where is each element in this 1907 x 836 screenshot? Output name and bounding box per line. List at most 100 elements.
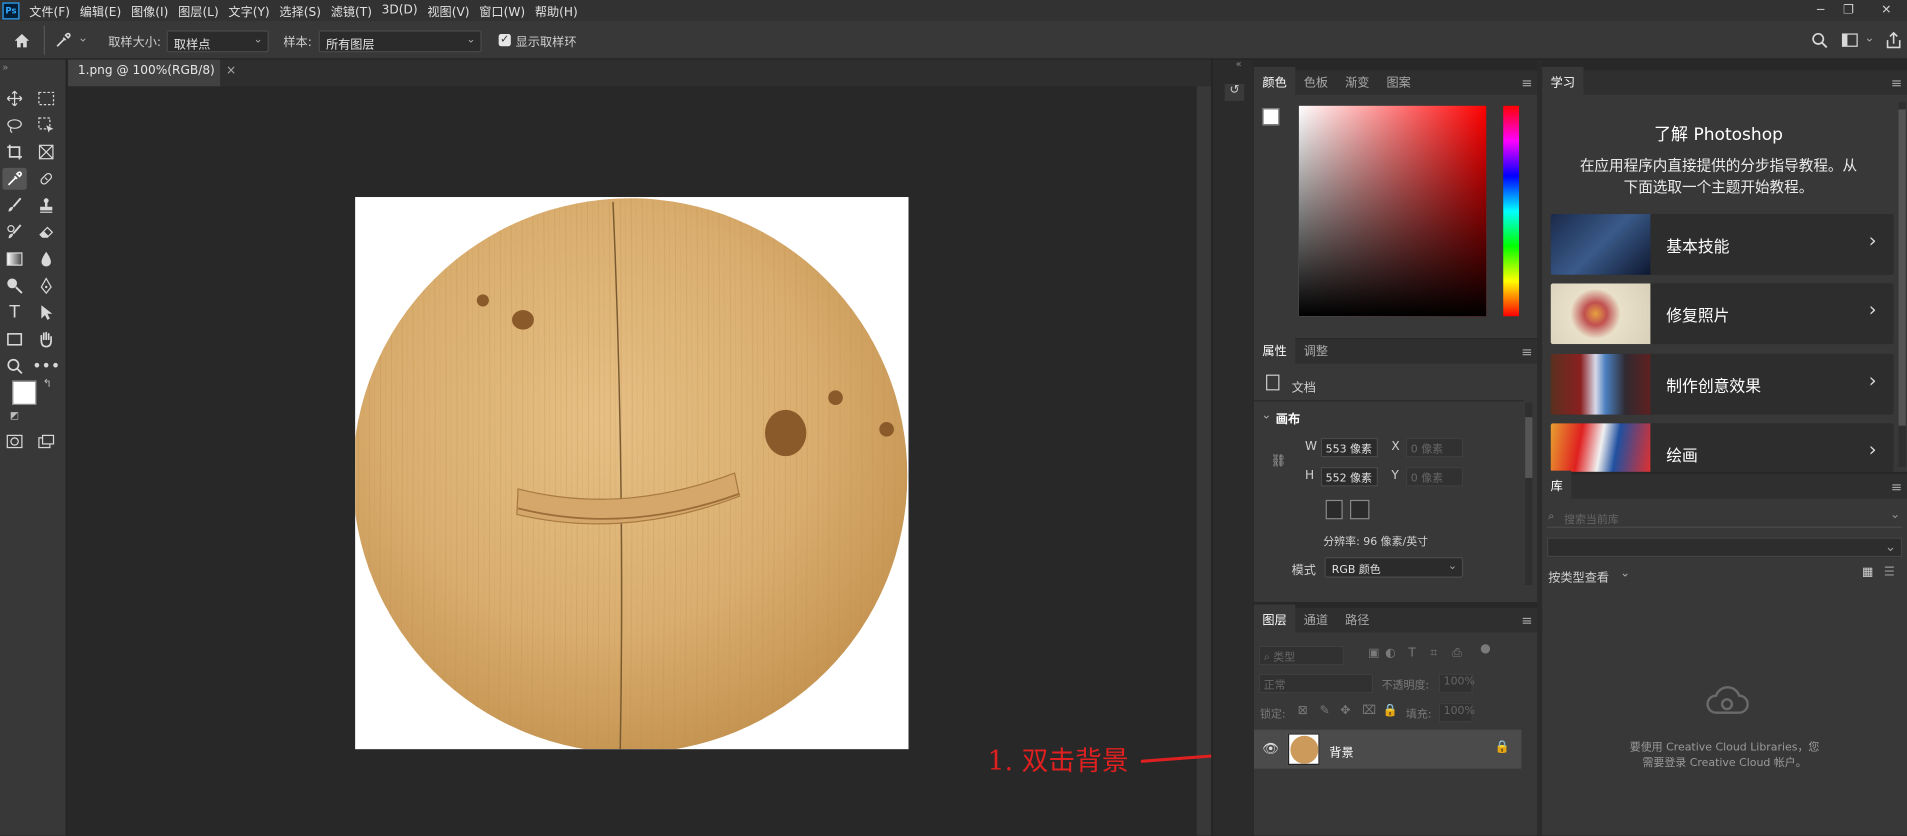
panel-menu-icon[interactable]: ≡: [1521, 344, 1532, 360]
minimize-button[interactable]: ─: [1807, 0, 1834, 21]
tab-libraries[interactable]: 库: [1542, 470, 1572, 499]
collapse-toolbar-icon[interactable]: »: [2, 62, 8, 73]
document-tab[interactable]: 1.png @ 100%(RGB/8) ×: [68, 59, 236, 87]
tab-learn[interactable]: 学习: [1542, 66, 1584, 95]
color-field[interactable]: [1298, 105, 1487, 317]
close-window-button[interactable]: ✕: [1873, 0, 1900, 21]
chevron-down-icon[interactable]: ⌄: [1620, 567, 1630, 580]
more-icon[interactable]: •••: [32, 355, 60, 377]
learn-item-creative-effects[interactable]: 制作创意效果 ›: [1550, 353, 1894, 415]
landscape-orientation-button[interactable]: [1349, 499, 1370, 520]
hue-slider[interactable]: [1503, 105, 1520, 317]
show-ring-checkbox[interactable]: ✓: [498, 34, 511, 47]
view-by-select[interactable]: 按类型查看: [1548, 567, 1609, 585]
tab-color[interactable]: 颜色: [1253, 66, 1296, 95]
panel-menu-icon[interactable]: ≡: [1521, 613, 1532, 629]
portrait-orientation-button[interactable]: [1325, 499, 1343, 520]
history-panel-icon[interactable]: ↺: [1224, 83, 1245, 101]
type-icon[interactable]: T: [2, 302, 26, 324]
list-view-icon[interactable]: ☰: [1884, 566, 1895, 579]
restore-button[interactable]: ❐: [1835, 0, 1862, 21]
document-canvas[interactable]: [355, 197, 909, 750]
properties-scrollbar[interactable]: [1525, 402, 1533, 585]
marquee-icon[interactable]: [34, 88, 58, 110]
learn-item-basic-skills[interactable]: 基本技能 ›: [1550, 214, 1894, 275]
zoom-icon[interactable]: [2, 355, 26, 377]
filter-adjust-icon[interactable]: ◐: [1385, 647, 1396, 660]
default-colors-icon[interactable]: ◩: [10, 410, 19, 421]
width-field[interactable]: 553 像素: [1320, 437, 1378, 458]
filter-smart-icon[interactable]: ⎙: [1452, 647, 1462, 660]
panel-menu-icon[interactable]: ≡: [1521, 75, 1532, 91]
library-search-input[interactable]: 搜索当前库: [1547, 508, 1903, 528]
menu-view[interactable]: 视图(V): [423, 1, 475, 19]
foreground-color-swatch[interactable]: [12, 380, 37, 405]
tab-swatches[interactable]: 色板: [1295, 72, 1336, 95]
panel-menu-icon[interactable]: ≡: [1891, 75, 1902, 91]
learn-item-painting[interactable]: 绘画 ›: [1550, 423, 1894, 472]
menu-edit[interactable]: 编辑(E): [75, 1, 126, 19]
link-icon[interactable]: ⛓: [1271, 455, 1286, 468]
panel-menu-icon[interactable]: ≡: [1891, 479, 1902, 495]
workspace-icon[interactable]: [1838, 29, 1862, 51]
lock-paint-icon[interactable]: ✎: [1320, 704, 1330, 717]
brush-icon[interactable]: [2, 195, 26, 217]
tab-gradients[interactable]: 渐变: [1337, 72, 1378, 95]
tab-layers[interactable]: 图层: [1253, 604, 1296, 633]
lasso-icon[interactable]: [2, 114, 26, 136]
swap-colors-icon[interactable]: ↰: [43, 378, 52, 390]
layer-filter-select[interactable]: ⌕ 类型: [1258, 645, 1344, 666]
sample-size-select[interactable]: 取样点 ⌄: [166, 30, 269, 53]
tab-paths[interactable]: 路径: [1337, 609, 1378, 632]
move-icon[interactable]: [2, 88, 26, 110]
dodge-icon[interactable]: [2, 275, 26, 297]
healing-icon[interactable]: [34, 168, 58, 190]
menu-3d[interactable]: 3D(D): [377, 4, 423, 17]
expand-panels-icon[interactable]: «: [1236, 58, 1242, 69]
menu-image[interactable]: 图像(I): [126, 1, 173, 19]
color-fg-swatch[interactable]: [1262, 108, 1280, 126]
tab-channels[interactable]: 通道: [1295, 609, 1336, 632]
layer-name[interactable]: 背景: [1329, 742, 1353, 760]
gradient-icon[interactable]: [2, 248, 26, 270]
menu-type[interactable]: 文字(Y): [224, 1, 275, 19]
lock-pixels-icon[interactable]: ⊠: [1298, 704, 1308, 717]
menu-layer[interactable]: 图层(L): [173, 1, 223, 19]
mode-select[interactable]: RGB 颜色 ⌄: [1324, 557, 1464, 578]
library-select[interactable]: ⌄: [1547, 537, 1903, 558]
menu-select[interactable]: 选择(S): [275, 1, 326, 19]
eraser-icon[interactable]: [34, 221, 58, 243]
object-select-icon[interactable]: [34, 114, 58, 136]
layer-row-background[interactable]: 👁 背景 🔒: [1253, 729, 1522, 769]
menu-file[interactable]: 文件(F): [24, 1, 75, 19]
lock-icon[interactable]: 🔒: [1495, 741, 1510, 754]
eyedropper-tool-icon[interactable]: [2, 167, 27, 190]
tab-properties[interactable]: 属性: [1253, 335, 1296, 364]
quick-mask-icon[interactable]: [2, 431, 26, 453]
close-tab-icon[interactable]: ×: [226, 64, 236, 77]
pen-icon[interactable]: [34, 275, 58, 297]
rectangle-icon[interactable]: [2, 328, 26, 350]
canvas-scrollbar[interactable]: [1196, 86, 1212, 836]
sample-select[interactable]: 所有图层 ⌄: [318, 30, 482, 53]
search-icon[interactable]: [1807, 29, 1831, 51]
lock-position-icon[interactable]: ✥: [1340, 704, 1350, 717]
tab-patterns[interactable]: 图案: [1378, 72, 1419, 95]
chevron-down-icon[interactable]: ⌄: [1261, 409, 1271, 422]
eyedropper-icon[interactable]: [51, 29, 75, 51]
opacity-field[interactable]: 100%: [1438, 673, 1475, 694]
y-field[interactable]: 0 像素: [1405, 467, 1464, 487]
hand-icon[interactable]: [34, 328, 58, 350]
filter-shape-icon[interactable]: ⌗: [1430, 647, 1437, 660]
chevron-down-icon[interactable]: ⌄: [1864, 32, 1874, 45]
tab-adjustments[interactable]: 调整: [1295, 341, 1336, 364]
learn-item-fix-photos[interactable]: 修复照片 ›: [1550, 283, 1894, 345]
height-field[interactable]: 552 像素: [1320, 467, 1378, 487]
share-icon[interactable]: [1881, 29, 1905, 51]
filter-toggle-icon[interactable]: ●: [1480, 642, 1491, 655]
menu-help[interactable]: 帮助(H): [530, 1, 583, 19]
lock-all-icon[interactable]: 🔒: [1383, 704, 1398, 717]
lock-artboard-icon[interactable]: ⌧: [1362, 704, 1376, 717]
blend-mode-select[interactable]: 正常: [1258, 673, 1374, 694]
chevron-down-icon[interactable]: ⌄: [1890, 508, 1900, 521]
